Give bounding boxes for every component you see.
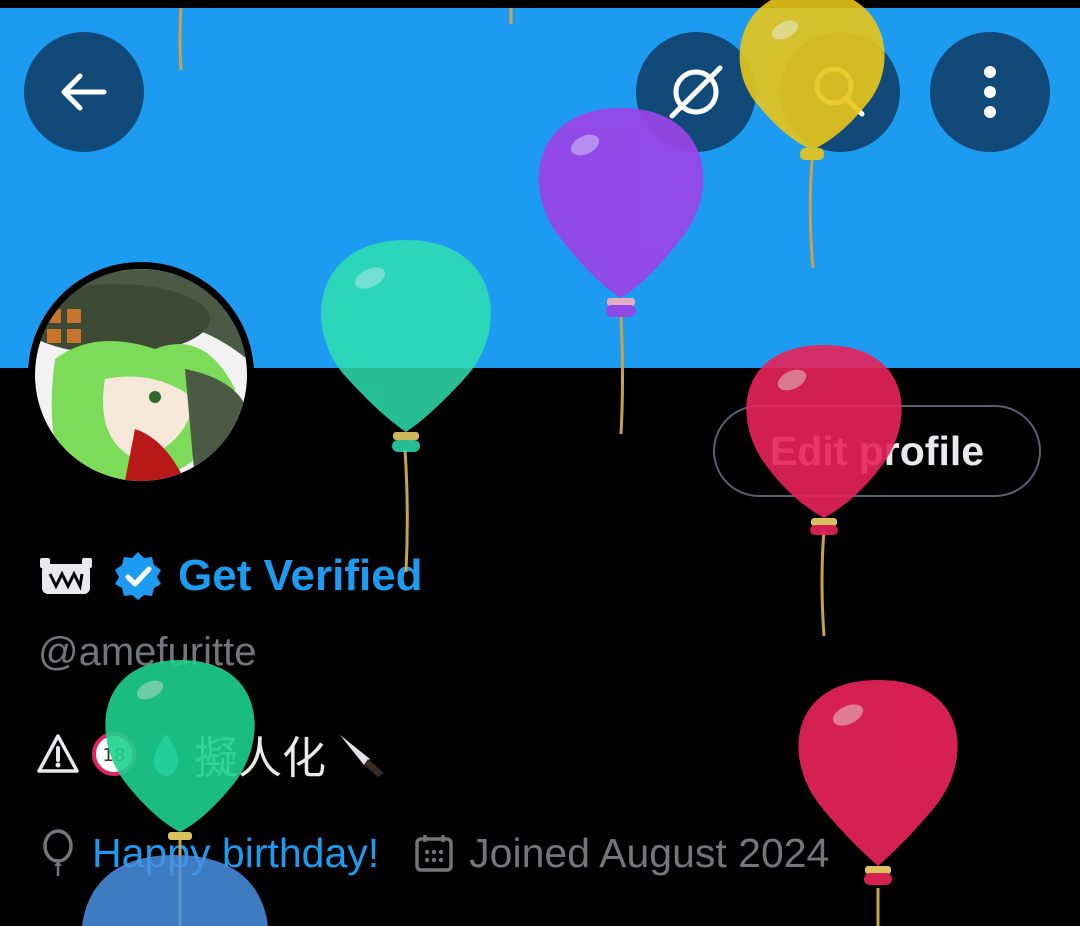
- arrow-left-icon: [61, 73, 107, 111]
- premium-button[interactable]: [636, 32, 756, 152]
- svg-text:18: 18: [103, 745, 126, 766]
- more-button[interactable]: [930, 32, 1050, 152]
- get-verified-link[interactable]: Get Verified: [178, 551, 423, 601]
- name-row: Get Verified: [38, 548, 423, 604]
- search-button[interactable]: [780, 32, 900, 152]
- bio: 18 擬人化: [36, 722, 390, 786]
- avatar[interactable]: [28, 262, 254, 488]
- more-vertical-icon: [984, 66, 996, 118]
- back-button[interactable]: [24, 32, 144, 152]
- edit-profile-button[interactable]: Edit profile: [713, 405, 1041, 497]
- avatar-image: [35, 269, 247, 481]
- balloon-icon: [43, 829, 73, 876]
- robot-face-icon: [40, 558, 92, 594]
- profile-meta: Happy birthday! Joined August 2024: [38, 824, 829, 882]
- handle: @amefuritte: [38, 630, 257, 674]
- search-icon: [814, 66, 865, 117]
- verified-badge-icon[interactable]: [112, 550, 164, 602]
- bio-text: 擬人化: [194, 734, 326, 783]
- knife-icon: [340, 735, 384, 777]
- status-bar-strip: [0, 0, 1080, 8]
- circle-slash-icon: [669, 65, 723, 119]
- calendar-icon: [415, 835, 453, 872]
- birthday-text[interactable]: Happy birthday!: [92, 830, 379, 877]
- joined-date: Joined August 2024: [469, 829, 830, 876]
- droplet-icon: [153, 734, 179, 776]
- warning-icon: [37, 734, 79, 773]
- under-18-icon: 18: [92, 732, 136, 776]
